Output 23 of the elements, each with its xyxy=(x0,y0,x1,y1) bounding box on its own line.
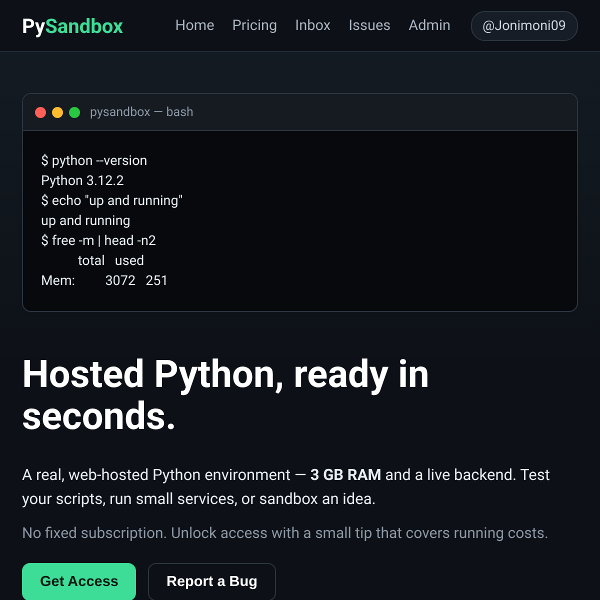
nav-link[interactable]: Home xyxy=(175,17,214,34)
user-handle-chip[interactable]: @Jonimoni09 xyxy=(470,10,578,40)
terminal-line: $ python --version xyxy=(41,152,148,171)
nav-link[interactable]: Inbox xyxy=(295,17,331,34)
nav-link[interactable]: Admin xyxy=(408,17,451,34)
terminal-line: Python 3.12.2 xyxy=(41,172,125,191)
maximize-dot-icon xyxy=(69,106,80,118)
close-dot-icon xyxy=(35,106,46,118)
nav-link[interactable]: Pricing xyxy=(232,17,278,34)
get-access-button[interactable]: Get Access xyxy=(22,563,136,600)
hero-heading: Hosted Python, ready in seconds. xyxy=(22,354,430,438)
hero-description: A real, web-hosted Python environment — 3 GB RAM and a live backend. Test your scripts, run small services, or sandbox an idea. xyxy=(22,465,551,510)
nav-link[interactable]: Issues xyxy=(348,17,391,34)
terminal-title: pysandbox — bash xyxy=(90,104,194,120)
terminal-line: $ echo "up and running" xyxy=(41,192,184,211)
terminal-line: Mem: 3072 251 xyxy=(41,272,170,291)
logo[interactable]: PySandbox xyxy=(22,14,124,38)
terminal-line: up and running xyxy=(41,212,132,231)
report-bug-button[interactable]: Report a Bug xyxy=(148,563,276,600)
terminal-line: $ free -m | head -n2 xyxy=(41,232,157,251)
pricing-note: No fixed subscription. Unlock access with a small tip that covers running costs. xyxy=(22,523,550,544)
minimize-dot-icon xyxy=(52,106,63,118)
terminal-line: total used xyxy=(76,252,146,271)
